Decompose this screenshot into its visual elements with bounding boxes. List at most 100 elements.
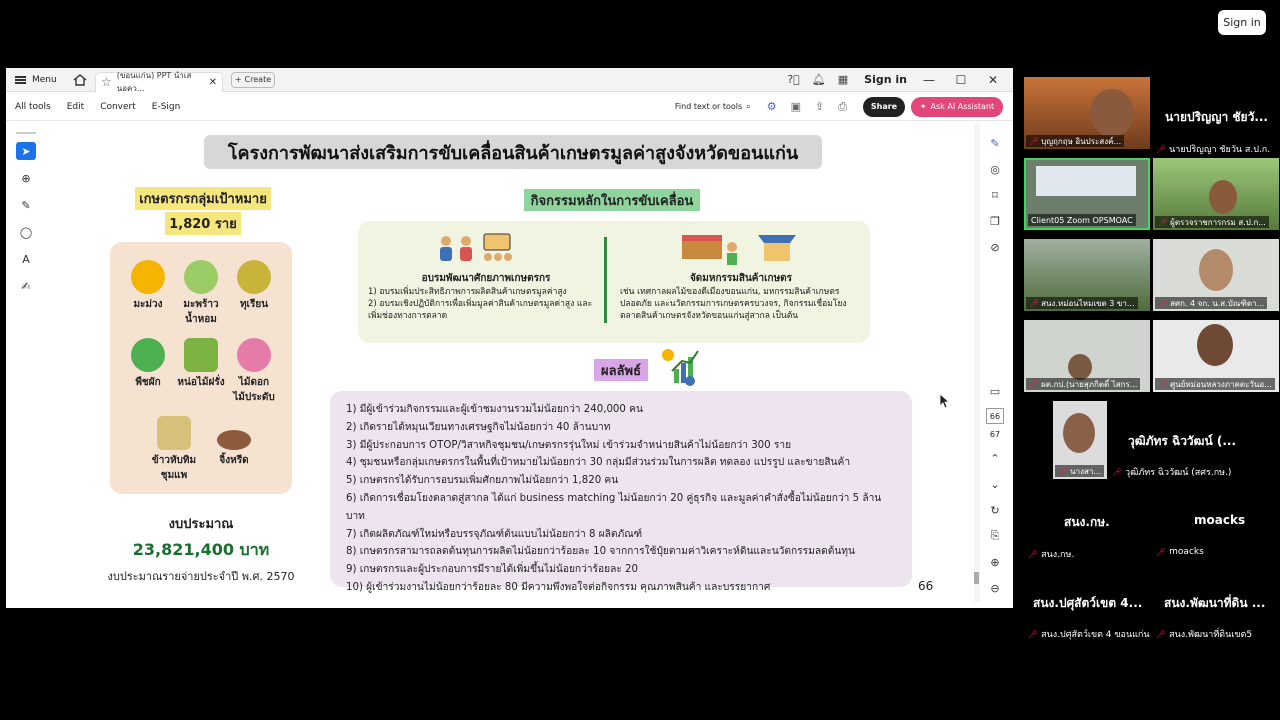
participant-tile[interactable]: 🎤︎ นางสา...	[1053, 401, 1107, 479]
edit-menu[interactable]: Edit	[67, 102, 84, 112]
crop-coconut: มะพร้าว น้ำหอม	[171, 260, 231, 327]
rotate-icon[interactable]: ↻	[990, 497, 999, 523]
participant-name: 🎤︎ นางสา...	[1055, 465, 1105, 477]
tool-divider	[16, 132, 36, 134]
participant-name: 🎤︎ ผต.กป.(นายสุภกิตติ์ ไสกร...	[1026, 378, 1141, 390]
result-item: 2) เกิดรายได้หมุนเวียนทางเศรษฐกิจไม่น้อย…	[346, 421, 611, 433]
participant-big-name: moacks	[1194, 513, 1246, 527]
home-icon[interactable]	[73, 73, 87, 86]
text-box-icon[interactable]: A	[16, 250, 36, 268]
participant-tile[interactable]: 🎤︎ บุญฤกฤษ อินประสงค์...	[1024, 77, 1150, 149]
create-label: Create	[244, 75, 272, 84]
title-bar-right: ?⃝ 🔔︎ ▦ Sign in — ☐ ✕	[787, 73, 1013, 87]
acrobat-sign-in[interactable]: Sign in	[864, 73, 907, 86]
participant-name: 🎤︎ สนง.พัฒนาที่ดินเขต5	[1156, 629, 1253, 641]
title-bar: Menu ☆ (ขอนแก่น) PPT นำเสนอคว... ✕ + Cre…	[6, 68, 1013, 93]
participant-name: 🎤︎ moacks	[1156, 547, 1204, 557]
create-button[interactable]: + Create	[231, 71, 275, 88]
coconut-icon	[184, 260, 218, 294]
minimize-icon[interactable]: —	[919, 73, 939, 87]
mic-muted-icon: 🎤︎	[1158, 217, 1169, 227]
participant-name: 🎤︎ สศก. 4 จก. น.ส.บัณฑิตา...	[1155, 297, 1268, 309]
participant-big-name: สนง.ปศุสัตว์เขต 4...	[1033, 596, 1143, 610]
comment-bubble-icon[interactable]: ◎	[990, 156, 1000, 182]
mic-muted-icon: 🎤︎	[1029, 379, 1040, 389]
participant-tile[interactable]: 🎤︎ สศก. 4 จก. น.ส.บัณฑิตา...	[1153, 239, 1279, 311]
budget-section: งบประมาณ 23,821,400 บาท งบประมาณรายจ่ายป…	[94, 513, 308, 585]
participant-tile-active[interactable]: Client05 Zoom OPSMOAC	[1024, 158, 1150, 230]
attachment-icon[interactable]: ⊘	[990, 234, 999, 260]
select-cursor-icon[interactable]: ➤	[16, 142, 36, 160]
training-icon	[440, 233, 512, 261]
result-item: 4) ชุมชนหรือกลุ่มเกษตรกรในพื้นที่เป้าหมา…	[346, 457, 851, 469]
participant-name: Client05 Zoom OPSMOAC	[1028, 214, 1136, 226]
zoom-out-icon[interactable]: ⊖	[990, 575, 999, 601]
slide-page: โครงการพัฒนาส่งเสริมการขับเคลื่อนสินค้าเ…	[94, 123, 974, 608]
mic-muted-icon: 🎤︎	[1029, 298, 1040, 308]
crop-rice: ข้าวหับทิม ชุมแพ	[144, 416, 204, 483]
participant-tile[interactable]: 🎤︎ ผู้ตรวจราชการกรม ส.ป.ก...	[1153, 158, 1279, 230]
result-item: 3) มีผู้ประกอบการ OTOP/วิสาหกิจชุมชน/เกษ…	[346, 439, 792, 451]
participant-name: 🎤︎ สนง.ปศุสัตว์เขต 4 ขอนแก่น	[1028, 629, 1150, 641]
participant-big-name: วุฒิภัทร ฉิววัฒน์ (...	[1128, 434, 1237, 448]
close-window-icon[interactable]: ✕	[983, 73, 1003, 87]
ai-assistant-icon[interactable]: ✎	[990, 130, 999, 156]
page-down-icon[interactable]: ⌄	[990, 471, 999, 497]
lasso-icon[interactable]: ◯	[16, 223, 36, 241]
target-title: เกษตรกรกลุ่มเป้าหมาย	[135, 187, 271, 210]
menu-label: Menu	[32, 74, 57, 85]
export-icon[interactable]: ⎘	[991, 523, 1000, 549]
right-tool-rail: ✎ ◎ ⌑ ❐ ⊘ ▭ 66 67 ⌃ ⌄ ↻ ⎘ ⊕ ⊖	[984, 130, 1006, 601]
mic-muted-icon: 🎤︎	[1058, 466, 1069, 476]
activity-title: กิจกรรมหลักในการขับเคลื่อน	[524, 189, 700, 211]
pages-icon[interactable]: ❐	[990, 208, 1000, 234]
print-icon[interactable]: ⎙	[838, 100, 847, 114]
crop-box: มะม่วง มะพร้าว น้ำหอม ทุเรียน พืชผัก หน่…	[110, 242, 292, 494]
esign-menu[interactable]: E-Sign	[152, 102, 181, 112]
bookmark-icon[interactable]: ⌑	[992, 182, 998, 208]
pencil-icon[interactable]: ✎	[16, 196, 36, 214]
participant-name: 🎤︎ ผู้ตรวจราชการกรม ส.ป.ก...	[1155, 216, 1269, 228]
share-button[interactable]: Share	[863, 96, 905, 117]
help-icon[interactable]: ?⃝	[787, 73, 799, 86]
page-number-input[interactable]: 66	[986, 408, 1004, 424]
ask-ai-label: Ask AI Assistant	[930, 102, 995, 111]
menu-button[interactable]: Menu	[15, 75, 65, 85]
participant-tile[interactable]: 🎤︎ สนง.หม่อนไหมเขต 3 ขา...	[1024, 239, 1150, 311]
save-icon[interactable]: ▣	[791, 100, 801, 114]
present-icon[interactable]: ▭	[990, 378, 1000, 404]
ask-ai-button[interactable]: ✦ Ask AI Assistant	[911, 96, 1003, 117]
signature-icon[interactable]: ✍	[16, 277, 36, 295]
market-icon	[682, 235, 796, 265]
target-group: เกษตรกรกลุ่มเป้าหมาย 1,820 ราย	[132, 187, 274, 235]
comment-icon[interactable]: ⊕	[16, 169, 36, 187]
ai-sparkle-icon: ✦	[919, 102, 927, 111]
participant-tile[interactable]: 🎤︎ ศูนย์หม่อนหลวงภาคตะวันอ...	[1153, 320, 1279, 392]
participant-video	[1209, 180, 1237, 214]
crop-mango: มะม่วง	[118, 260, 178, 312]
page-up-icon[interactable]: ⌃	[990, 445, 999, 471]
zoom-in-icon[interactable]: ⊕	[990, 549, 999, 575]
participant-name: 🎤︎ วุฒิภัทร ฉิววัฒน์ (สศร.กษ.)	[1112, 467, 1232, 479]
convert-menu[interactable]: Convert	[100, 102, 136, 112]
main-toolbar: All tools Edit Convert E-Sign Find text …	[6, 93, 1013, 121]
upload-icon[interactable]: ⇪	[815, 100, 824, 114]
bell-icon[interactable]: 🔔︎	[812, 73, 826, 86]
budget-label: งบประมาณ	[168, 517, 234, 532]
document-tab[interactable]: ☆ (ขอนแก่น) PPT นำเสนอคว... ✕	[95, 71, 223, 93]
find-tools[interactable]: Find text or tools ⌕	[675, 102, 751, 112]
sign-in-button[interactable]: Sign in	[1218, 10, 1266, 35]
star-icon[interactable]: ☆	[101, 75, 112, 89]
close-tab-icon[interactable]: ✕	[209, 77, 217, 88]
mango-icon	[131, 260, 165, 294]
apps-grid-icon[interactable]: ▦	[838, 73, 848, 86]
maximize-icon[interactable]: ☐	[951, 73, 971, 87]
crop-cricket: จิ้งหรีด	[204, 416, 264, 468]
participant-video	[1068, 354, 1092, 380]
participant-video	[1090, 89, 1134, 137]
all-tools-menu[interactable]: All tools	[15, 102, 51, 112]
ai-tools-icon[interactable]: ⚙	[767, 100, 777, 114]
result-item: 7) เกิดผลิตภัณฑ์ใหม่หรือบรรจุภัณฑ์ต้นแบบ…	[346, 528, 643, 540]
participant-tile[interactable]: 🎤︎ ผต.กป.(นายสุภกิตติ์ ไสกร...	[1024, 320, 1150, 392]
total-pages: 67	[989, 430, 1001, 439]
